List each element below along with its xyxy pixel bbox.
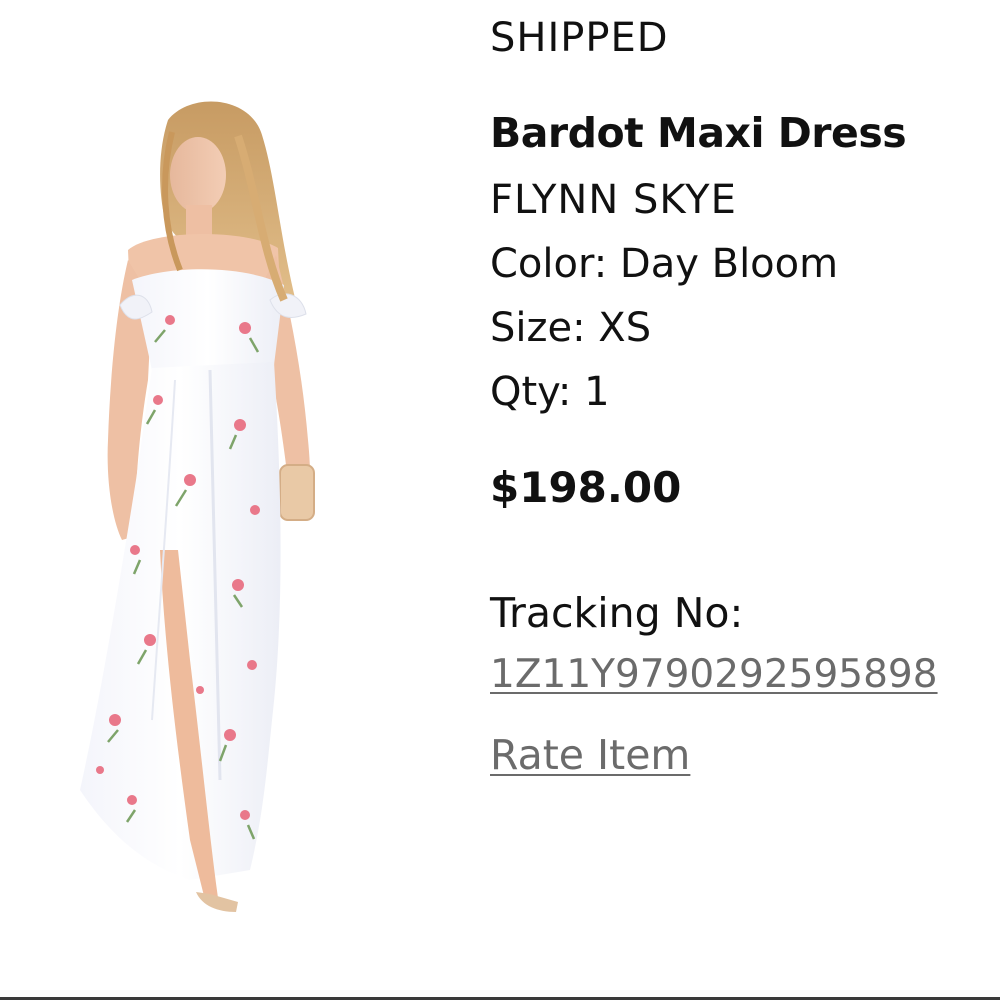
- product-price: $198.00: [490, 463, 682, 512]
- tracking-number-link[interactable]: 1Z11Y9790292595898: [490, 650, 1000, 700]
- product-color: Color: Day Bloom: [490, 241, 839, 287]
- order-item-screen: SHIPPED Bardot Maxi Dress FLYNN SKYE Col…: [0, 0, 1000, 1000]
- product-size: Size: XS: [490, 305, 652, 351]
- order-item-details: SHIPPED Bardot Maxi Dress FLYNN SKYE Col…: [490, 0, 1000, 1000]
- rate-item-link[interactable]: Rate Item: [490, 730, 690, 780]
- product-photo[interactable]: [40, 80, 380, 960]
- product-name[interactable]: Bardot Maxi Dress: [490, 108, 907, 158]
- brand-name: FLYNN SKYE: [490, 177, 737, 223]
- tracking-label: Tracking No:: [490, 589, 744, 637]
- product-quantity: Qty: 1: [490, 369, 610, 415]
- shipment-status: SHIPPED: [490, 15, 669, 61]
